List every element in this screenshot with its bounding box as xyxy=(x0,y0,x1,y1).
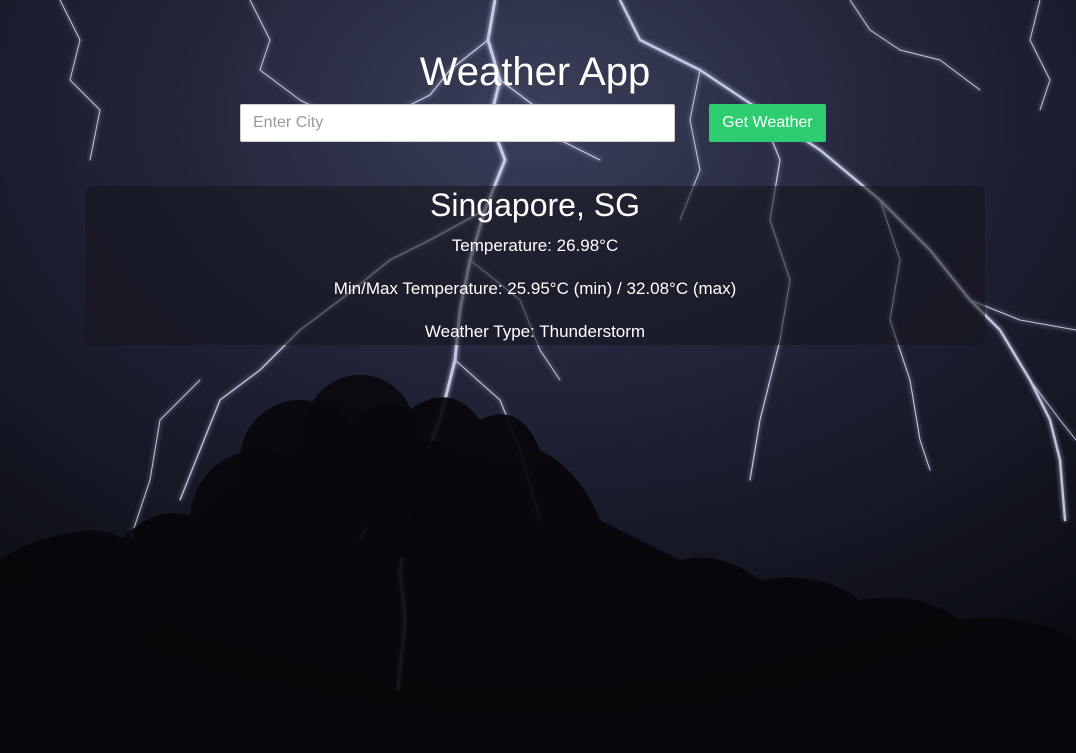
city-name: Singapore, SG xyxy=(430,187,640,223)
min-max-temperature-text: Min/Max Temperature: 25.95°C (min) / 32.… xyxy=(333,279,737,298)
weather-app: Weather App Get Weather Singapore, SG Te… xyxy=(0,0,1076,753)
weather-type-text: Weather Type: Thunderstorm xyxy=(424,322,646,341)
app-title: Weather App xyxy=(419,50,651,94)
get-weather-button[interactable]: Get Weather xyxy=(709,104,826,142)
city-search-input[interactable] xyxy=(240,104,675,142)
temperature-text: Temperature: 26.98°C xyxy=(451,236,619,255)
